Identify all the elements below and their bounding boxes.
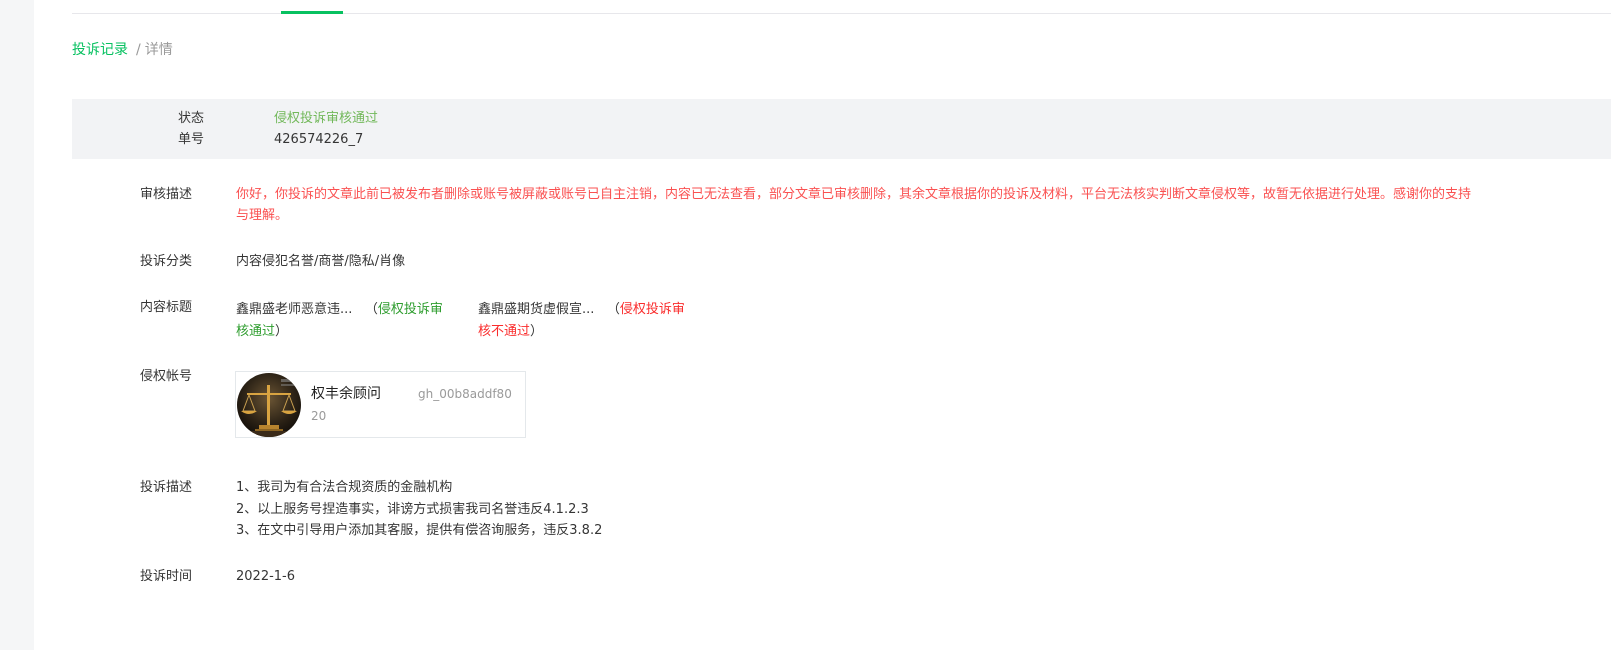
- content-title-link[interactable]: 鑫鼎盛期货虚假宣...: [478, 302, 594, 317]
- breadcrumb-complaint-records-link[interactable]: 投诉记录: [72, 42, 128, 58]
- content-title-label: 内容标题: [140, 300, 193, 315]
- content-paren-close: ）: [275, 324, 289, 339]
- content-paren-open: （: [364, 302, 378, 317]
- main-panel: 投诉记录 / 详情 状态 侵权投诉审核通过 单号 426574226_7 审核描述 …: [34, 0, 1611, 650]
- infringing-account-label: 侵权帐号: [140, 369, 193, 384]
- review-desc-text: 你好，你投诉的文章此前已被发布者删除或账号被屏蔽或账号已自主注销，内容已无法查看…: [236, 187, 1472, 223]
- complaint-time-value: 2022-1-6: [236, 569, 296, 584]
- complaint-desc-line: 2、以上服务号捏造事实，诽谤方式损害我司名誉违反4.1.2.3: [236, 501, 589, 517]
- breadcrumb-separator: /: [136, 42, 141, 58]
- complaint-desc: 1、我司为有合法合规资质的金融机构 2、以上服务号捏造事实，诽谤方式损害我司名誉…: [236, 477, 602, 542]
- content-item: 鑫鼎盛期货虚假宣... （侵权投诉审核不通过）: [478, 299, 693, 343]
- active-tab-indicator[interactable]: [281, 11, 343, 14]
- content-paren-open: （: [606, 302, 620, 317]
- account-id: gh_00b8addf80: [418, 387, 512, 401]
- content-item: 鑫鼎盛老师恶意违... （侵权投诉审核通过）: [236, 299, 451, 343]
- order-number-label: 单号: [178, 132, 205, 147]
- account-card[interactable]: 权丰余顾问 gh_00b8addf80 20: [235, 371, 526, 438]
- status-value: 侵权投诉审核通过: [274, 111, 379, 126]
- tab-bar: [72, 0, 1611, 14]
- content-title-link[interactable]: 鑫鼎盛老师恶意违...: [236, 302, 352, 317]
- breadcrumb-current: 详情: [144, 42, 173, 58]
- complaint-time-label: 投诉时间: [140, 569, 193, 584]
- status-box: 状态 侵权投诉审核通过 单号 426574226_7: [72, 99, 1611, 159]
- review-desc-label: 审核描述: [140, 187, 193, 202]
- status-label: 状态: [178, 111, 205, 126]
- order-number-value: 426574226_7: [274, 132, 364, 147]
- content-paren-close: ）: [530, 324, 544, 339]
- complaint-category-label: 投诉分类: [140, 254, 193, 269]
- complaint-desc-line: 3、在文中引导用户添加其客服，提供有偿咨询服务，违反3.8.2: [236, 523, 603, 538]
- account-id-tail: 20: [311, 409, 327, 423]
- complaint-category-value: 内容侵犯名誉/商誉/隐私/肖像: [236, 254, 406, 269]
- complaint-desc-line: 1、我司为有合法合规资质的金融机构: [236, 480, 453, 495]
- scales-of-justice-icon: [237, 373, 301, 437]
- avatar: [237, 373, 301, 437]
- account-name: 权丰余顾问: [311, 386, 381, 402]
- complaint-desc-label: 投诉描述: [140, 480, 193, 495]
- breadcrumb: 投诉记录 / 详情: [72, 40, 173, 60]
